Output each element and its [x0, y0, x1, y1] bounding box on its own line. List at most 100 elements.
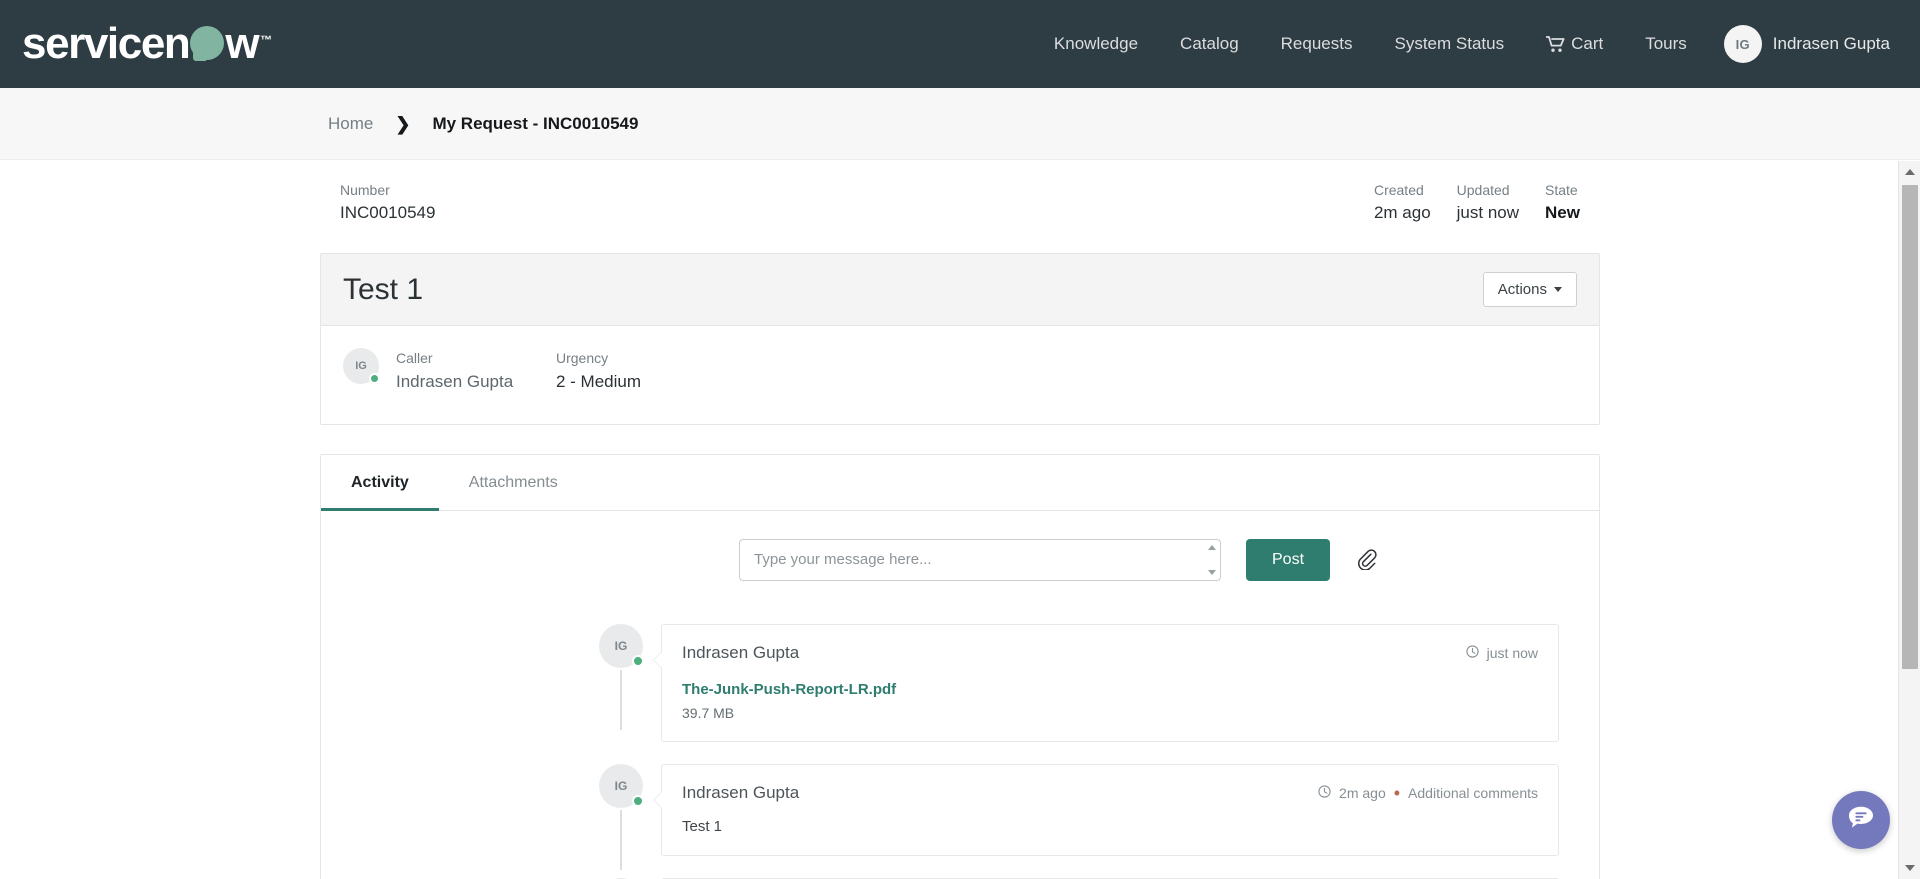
nav-item-system-status[interactable]: System Status	[1373, 0, 1525, 88]
status-badge: New	[1545, 203, 1580, 222]
brand-text-before: servicen	[22, 19, 191, 68]
user-name-label: Indrasen Gupta	[1772, 34, 1890, 53]
shopping-cart-icon	[1545, 35, 1565, 53]
message-input-wrapper	[739, 539, 1221, 586]
paperclip-icon	[1356, 548, 1378, 573]
meta-right-group: Created 2m ago Updated just now State Ne…	[1374, 180, 1580, 225]
attachment-link[interactable]: The-Junk-Push-Report-LR.pdf	[682, 681, 896, 698]
avatar: IG	[1723, 25, 1762, 63]
breadcrumb: Home ❯ My Request - INC0010549	[0, 88, 1920, 160]
actions-button-label: Actions	[1497, 281, 1547, 298]
presence-online-icon	[369, 373, 380, 384]
brand-wordmark: servicen w ™	[22, 19, 272, 68]
meta-updated-value: just now	[1456, 203, 1520, 222]
activity-timestamp: 2m ago	[1339, 785, 1386, 801]
activity-meta: 2m ago • Additional comments	[1318, 782, 1538, 803]
record-card: Test 1 Actions IG Caller Indrasen Gupta …	[320, 253, 1600, 425]
activity-meta: just now	[1465, 642, 1538, 661]
textarea-resize-handle[interactable]	[1205, 542, 1219, 578]
brand-o-mark-icon	[190, 26, 225, 61]
list-item: IG Indrasen Gupta	[321, 764, 1559, 870]
presence-online-icon	[632, 795, 644, 807]
activity-stream: IG Indrasen Gupta just now The-Junk-Push…	[321, 624, 1599, 879]
nav-item-tours[interactable]: Tours	[1624, 0, 1708, 88]
vertical-scrollbar[interactable]	[1898, 161, 1920, 879]
nav-item-catalog[interactable]: Catalog	[1159, 0, 1260, 88]
meta-created-value: 2m ago	[1373, 203, 1431, 222]
scroll-up-button[interactable]	[1899, 161, 1920, 183]
meta-updated: Updated just now	[1457, 180, 1519, 225]
message-input[interactable]	[739, 539, 1221, 581]
navbar-right-group: Knowledge Catalog Requests System Status…	[1033, 0, 1898, 88]
nav-item-cart[interactable]: Cart	[1525, 0, 1624, 88]
chevron-right-icon: ❯	[395, 113, 411, 134]
field-urgency-label: Urgency	[556, 350, 609, 366]
scrollbar-thumb[interactable]	[1902, 185, 1918, 669]
message-composer: Post	[321, 539, 1599, 586]
meta-number-label: Number	[340, 182, 390, 198]
clock-icon	[1318, 785, 1331, 801]
meta-state-label: State	[1545, 182, 1578, 198]
meta-created: Created 2m ago	[1374, 180, 1431, 225]
nav-item-knowledge[interactable]: Knowledge	[1033, 0, 1159, 88]
meta-updated-label: Updated	[1456, 182, 1510, 198]
record-card-body: IG Caller Indrasen Gupta Urgency 2 - Med…	[321, 326, 1599, 424]
activity-entry-bubble: Indrasen Gupta just now The-Junk-Push-Re…	[653, 624, 1559, 742]
activity-timestamp: just now	[1486, 645, 1538, 661]
activity-entry-header: Indrasen Gupta 2m ago • Additional comme…	[682, 782, 1538, 804]
user-menu[interactable]: IG Indrasen Gupta	[1708, 0, 1898, 88]
activity-entry-bubble: Indrasen Gupta 2m ago	[653, 764, 1559, 856]
trademark-symbol: ™	[260, 33, 272, 47]
servicenow-logo[interactable]: servicen w ™	[22, 0, 272, 88]
record-meta-row: Number INC0010549 Created 2m ago Updated…	[320, 180, 1600, 225]
page-title: Test 1	[343, 273, 424, 306]
field-caller-label: Caller	[396, 350, 433, 366]
chevron-down-icon	[1554, 287, 1562, 292]
activity-kind: Additional comments	[1408, 785, 1538, 801]
meta-separator-dot: •	[1393, 783, 1401, 803]
top-navbar: servicen w ™ Knowledge Catalog Requests Sy…	[0, 0, 1920, 88]
breadcrumb-current: My Request - INC0010549	[432, 113, 639, 133]
activity-author: Indrasen Gupta	[682, 643, 800, 662]
attach-file-button[interactable]	[1352, 539, 1382, 581]
meta-state: State New	[1545, 180, 1580, 225]
activity-author: Indrasen Gupta	[682, 783, 800, 802]
field-urgency: Urgency 2 - Medium	[556, 348, 716, 394]
field-urgency-value: 2 - Medium	[556, 372, 642, 391]
list-item: IG Indrasen Gupta	[321, 624, 1559, 742]
scroll-down-button[interactable]	[1899, 857, 1920, 879]
entry-avatar-wrapper: IG	[599, 764, 644, 870]
page-scroll-region: Number INC0010549 Created 2m ago Updated…	[0, 161, 1920, 879]
tab-panel-activity: Post IG	[321, 511, 1599, 879]
cart-label: Cart	[1571, 34, 1604, 53]
chevron-down-icon	[1905, 865, 1915, 871]
tab-strip: Activity Attachments	[321, 455, 1599, 511]
chat-launcher-button[interactable]	[1832, 791, 1890, 849]
post-button[interactable]: Post	[1246, 539, 1331, 581]
tab-attachments[interactable]: Attachments	[439, 455, 588, 511]
field-caller: Caller Indrasen Gupta	[396, 348, 556, 394]
entry-avatar-gutter: IG	[565, 764, 661, 870]
caller-avatar-wrapper: IG	[343, 348, 380, 384]
nav-item-requests[interactable]: Requests	[1260, 0, 1374, 88]
meta-created-label: Created	[1373, 182, 1424, 198]
presence-online-icon	[632, 655, 644, 667]
activity-text: Test 1	[682, 818, 723, 835]
meta-number: Number INC0010549	[340, 180, 435, 225]
actions-button[interactable]: Actions	[1482, 272, 1577, 307]
breadcrumb-home-link[interactable]: Home	[328, 114, 373, 134]
chevron-up-icon	[1905, 169, 1915, 175]
meta-number-value: INC0010549	[340, 203, 436, 222]
entry-avatar-gutter: IG	[565, 624, 661, 730]
activity-entry-header: Indrasen Gupta just now	[682, 642, 1538, 664]
brand-text-after: w	[225, 19, 259, 68]
attachment-size: 39.7 MB	[682, 705, 735, 721]
chat-bubble-icon	[1845, 802, 1877, 839]
record-card-header: Test 1 Actions	[321, 254, 1599, 326]
entry-avatar-wrapper: IG	[599, 624, 644, 730]
timeline-connector	[620, 670, 622, 730]
tab-activity[interactable]: Activity	[321, 455, 439, 511]
timeline-connector	[620, 810, 622, 870]
chevron-down-icon	[1208, 570, 1216, 575]
field-caller-value[interactable]: Indrasen Gupta	[396, 369, 556, 394]
